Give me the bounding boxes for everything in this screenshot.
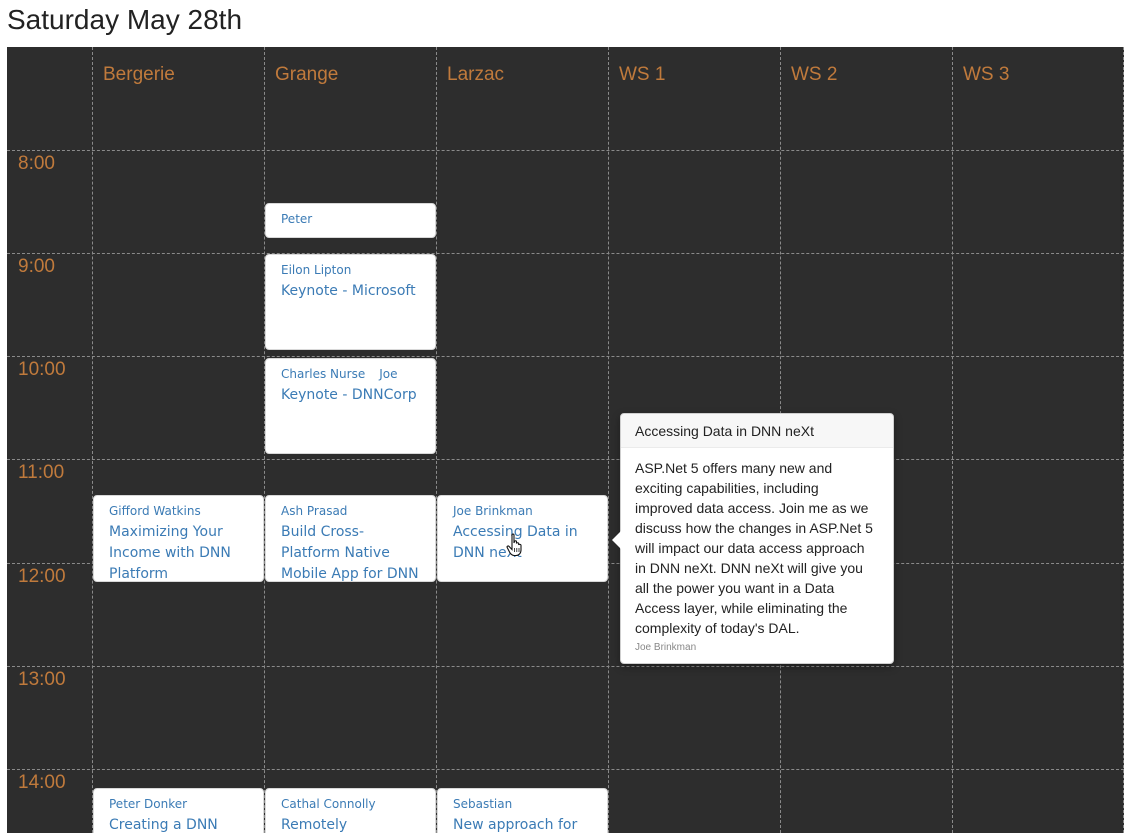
session-speaker[interactable]: Cathal Connolly — [281, 797, 421, 811]
grid-divider — [7, 769, 1124, 770]
popover-title: Accessing Data in DNN neXt — [621, 414, 893, 448]
speaker-name[interactable]: Sebastian — [453, 797, 512, 811]
grid-divider — [952, 47, 953, 833]
room-header-ws3: WS 3 — [963, 64, 1010, 85]
grid-divider — [608, 47, 609, 833]
session-title[interactable]: Maximizing Your Income with DNN Platform — [109, 522, 249, 581]
time-label: 12:00 — [18, 566, 66, 587]
room-header-ws2: WS 2 — [791, 64, 838, 85]
speaker-name[interactable]: Joe Brinkman — [453, 504, 533, 518]
page-title: Saturday May 28th — [7, 4, 243, 35]
session-card-creating-dnn[interactable]: Peter Donker Creating a DNN — [93, 788, 264, 833]
session-speaker[interactable]: Sebastian — [453, 797, 593, 811]
session-title[interactable]: New approach for — [453, 815, 593, 833]
grid-divider — [7, 253, 1124, 254]
session-card-new-approach[interactable]: Sebastian New approach for — [437, 788, 608, 833]
session-card-keynote-microsoft[interactable]: Eilon Lipton Keynote - Microsoft — [265, 254, 436, 350]
session-card-cross-platform[interactable]: Ash Prasad Build Cross-Platform Native M… — [265, 495, 436, 582]
speaker-name[interactable]: Eilon Lipton — [281, 263, 351, 277]
speaker-name[interactable]: Peter — [281, 212, 312, 226]
time-label: 10:00 — [18, 359, 66, 380]
session-speaker[interactable]: Peter — [281, 212, 421, 226]
grid-divider — [7, 666, 1124, 667]
session-popover: Accessing Data in DNN neXt ASP.Net 5 off… — [612, 413, 894, 664]
time-label: 8:00 — [18, 153, 55, 174]
session-card-remotely[interactable]: Cathal Connolly Remotely — [265, 788, 436, 833]
session-title[interactable]: Build Cross-Platform Native Mobile App f… — [281, 522, 421, 581]
speaker-name[interactable]: Gifford Watkins — [109, 504, 201, 518]
grid-divider — [7, 150, 1124, 151]
session-card-keynote-dnncorp[interactable]: Charles Nurse Joe Keynote - DNNCorp — [265, 358, 436, 454]
session-title[interactable]: Keynote - Microsoft — [281, 281, 421, 302]
speaker-name[interactable]: Ash Prasad — [281, 504, 347, 518]
session-speaker[interactable]: Charles Nurse Joe — [281, 367, 421, 381]
session-speaker[interactable]: Eilon Lipton — [281, 263, 421, 277]
time-label: 13:00 — [18, 669, 66, 690]
session-speaker[interactable]: Peter Donker — [109, 797, 249, 811]
time-label: 11:00 — [18, 462, 65, 483]
session-card-maximizing-income[interactable]: Gifford Watkins Maximizing Your Income w… — [93, 495, 264, 582]
speaker-name[interactable]: Cathal Connolly — [281, 797, 376, 811]
session-speaker[interactable]: Joe Brinkman — [453, 504, 593, 518]
popover-arrow — [612, 531, 621, 549]
grid-divider — [7, 459, 1124, 460]
schedule-grid: Bergerie Grange Larzac WS 1 WS 2 WS 3 8:… — [7, 47, 1124, 833]
room-header-grange: Grange — [275, 64, 339, 85]
grid-divider — [92, 47, 93, 833]
room-header-larzac: Larzac — [447, 64, 505, 85]
time-label: 9:00 — [18, 256, 55, 277]
popover-description: ASP.Net 5 offers many new and exciting c… — [635, 460, 873, 636]
grid-divider — [1123, 47, 1124, 833]
grid-divider — [7, 356, 1124, 357]
room-header-bergerie: Bergerie — [103, 64, 175, 85]
grid-divider — [436, 47, 437, 833]
hand-pointer-icon — [506, 533, 522, 557]
speaker-name[interactable]: Charles Nurse — [281, 367, 365, 381]
room-header-ws1: WS 1 — [619, 64, 666, 85]
session-speaker[interactable]: Gifford Watkins — [109, 504, 249, 518]
popover-speaker: Joe Brinkman — [635, 642, 697, 653]
session-speaker[interactable]: Ash Prasad — [281, 504, 421, 518]
time-label: 14:00 — [18, 772, 66, 793]
session-title[interactable]: Keynote - DNNCorp — [281, 385, 421, 406]
session-title[interactable]: Creating a DNN — [109, 815, 249, 833]
session-title[interactable]: Remotely — [281, 815, 421, 833]
speaker-name[interactable]: Joe — [379, 367, 397, 381]
speaker-name[interactable]: Peter Donker — [109, 797, 187, 811]
session-card-peter[interactable]: Peter — [265, 203, 436, 238]
